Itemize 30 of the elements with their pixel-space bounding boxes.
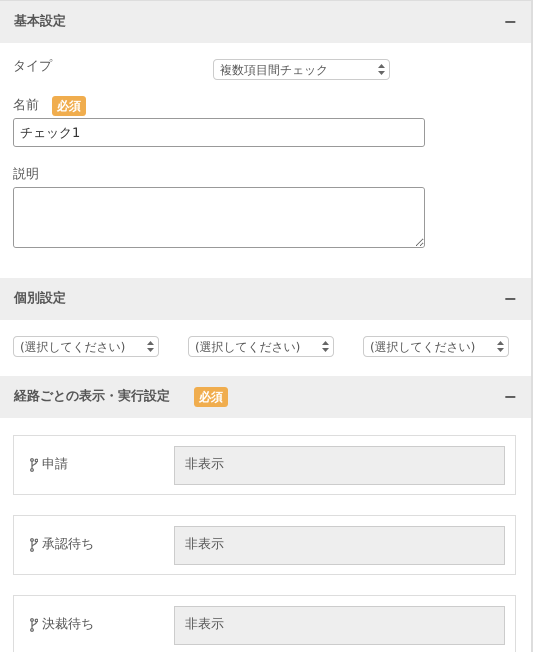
select-field[interactable]: (選択してください) bbox=[363, 336, 509, 357]
sort-arrows-icon bbox=[378, 64, 385, 75]
branch-icon bbox=[30, 618, 38, 632]
field-label: 説明 bbox=[13, 166, 39, 184]
branch-icon bbox=[30, 538, 38, 552]
sort-arrows-icon bbox=[322, 341, 329, 352]
display-field: 非表示 bbox=[174, 606, 505, 644]
display-field: 非表示 bbox=[174, 526, 505, 564]
display-field: 非表示 bbox=[174, 446, 505, 484]
text-input[interactable]: チェック1 bbox=[13, 118, 425, 147]
route-label: 申請 bbox=[42, 456, 68, 474]
route-label: 決裁待ち bbox=[42, 616, 94, 634]
sort-arrows-icon bbox=[497, 341, 504, 352]
field-label: タイプ bbox=[13, 58, 54, 76]
route-label: 承認待ち bbox=[42, 536, 94, 554]
text-area[interactable] bbox=[13, 186, 425, 248]
section-title: 個別設定 bbox=[14, 290, 66, 308]
select-field[interactable]: (選択してください) bbox=[13, 336, 159, 357]
collapse-toggle[interactable]: − bbox=[504, 385, 517, 409]
select-field[interactable]: 複数項目間チェック bbox=[213, 59, 390, 80]
sort-arrows-icon bbox=[147, 341, 154, 352]
field-label: 名前 bbox=[13, 97, 39, 116]
select-field[interactable]: (選択してください) bbox=[188, 336, 334, 357]
required-badge: 必須 bbox=[52, 96, 86, 116]
section-title: 経路ごとの表示・実行設定 bbox=[14, 388, 170, 406]
section-title: 基本設定 bbox=[14, 12, 66, 32]
branch-icon bbox=[30, 458, 38, 472]
required-badge: 必須 bbox=[194, 387, 228, 407]
collapse-toggle[interactable]: − bbox=[504, 10, 517, 34]
collapse-toggle[interactable]: − bbox=[504, 287, 517, 311]
